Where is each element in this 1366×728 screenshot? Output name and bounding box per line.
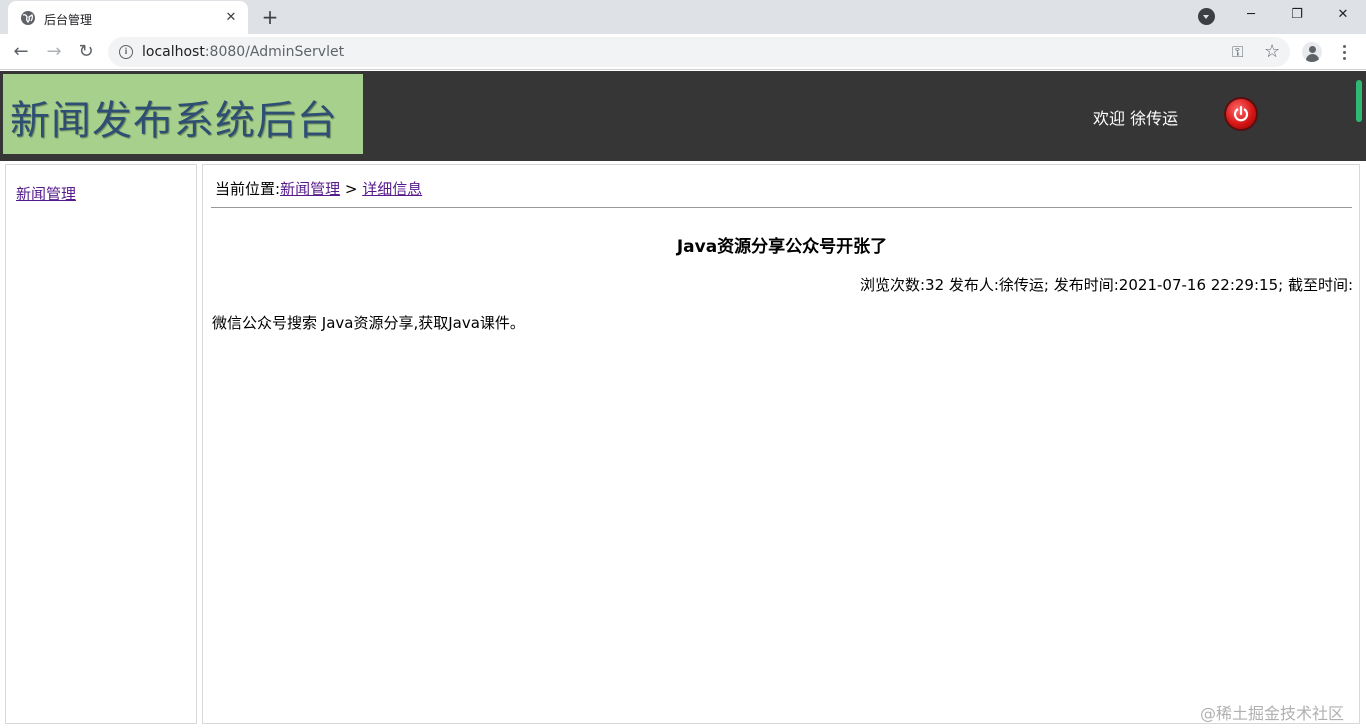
- tab-search-icon[interactable]: [1198, 8, 1215, 25]
- watermark: @稀土掘金技术社区: [1200, 704, 1345, 723]
- globe-icon: [21, 11, 35, 25]
- window-close-button[interactable]: ✕: [1320, 0, 1366, 30]
- key-icon[interactable]: ⚿: [1232, 43, 1243, 61]
- browser-toolbar: ← → ↻ i localhost:8080/AdminServlet ⚿ ☆: [0, 34, 1366, 70]
- article-title: Java资源分享公众号开张了: [676, 237, 888, 257]
- url-text[interactable]: localhost:8080/AdminServlet: [142, 44, 344, 60]
- profile-avatar-icon[interactable]: [1302, 42, 1322, 62]
- tab-close-icon[interactable]: ✕: [222, 9, 240, 27]
- new-tab-button[interactable]: +: [258, 5, 282, 29]
- logo-text: 新闻发布系统后台: [10, 98, 338, 144]
- breadcrumb-link-details[interactable]: 详细信息: [362, 180, 422, 198]
- article-content: 微信公众号搜索 Java资源分享,获取Java课件。: [212, 314, 525, 332]
- breadcrumb-divider: [211, 207, 1352, 208]
- forward-button[interactable]: →: [41, 39, 67, 65]
- address-bar[interactable]: i localhost:8080/AdminServlet ⚿ ☆: [108, 37, 1290, 67]
- browser-tab[interactable]: 后台管理 ✕: [8, 1, 248, 34]
- browser-menu-icon[interactable]: [1337, 43, 1353, 61]
- welcome-text: 欢迎 徐传运: [1093, 109, 1179, 128]
- tab-strip: 后台管理 ✕ + ─ ❐ ✕: [0, 0, 1366, 34]
- article-meta: 浏览次数:32 发布人:徐传运; 发布时间:2021-07-16 22:29:1…: [859, 276, 1353, 294]
- breadcrumb-link-news-management[interactable]: 新闻管理: [280, 180, 340, 198]
- back-button[interactable]: ←: [8, 39, 34, 65]
- site-header: 新闻发布系统后台 欢迎 徐传运: [0, 71, 1366, 161]
- sidebar-frame: 新闻管理: [5, 164, 197, 724]
- page-scrollbar[interactable]: [1356, 80, 1362, 122]
- sidebar-item-news-management[interactable]: 新闻管理: [16, 183, 76, 204]
- site-logo: 新闻发布系统后台: [3, 74, 363, 154]
- restore-button[interactable]: ❐: [1274, 0, 1320, 30]
- url-host: localhost: [142, 44, 205, 60]
- content-frame: 当前位置:新闻管理 > 详细信息 Java资源分享公众号开张了 浏览次数:32 …: [202, 164, 1360, 724]
- info-icon[interactable]: i: [119, 45, 133, 59]
- bookmark-star-icon[interactable]: ☆: [1264, 41, 1280, 62]
- url-path: :8080/AdminServlet: [204, 44, 345, 60]
- tab-title: 后台管理: [44, 13, 93, 27]
- breadcrumb-prefix: 当前位置:: [215, 180, 281, 198]
- minimize-button[interactable]: ─: [1228, 0, 1274, 30]
- breadcrumb: 当前位置:新闻管理 > 详细信息: [215, 178, 422, 199]
- breadcrumb-separator: >: [340, 180, 363, 198]
- reload-button[interactable]: ↻: [73, 39, 99, 65]
- logout-power-icon[interactable]: [1226, 99, 1256, 129]
